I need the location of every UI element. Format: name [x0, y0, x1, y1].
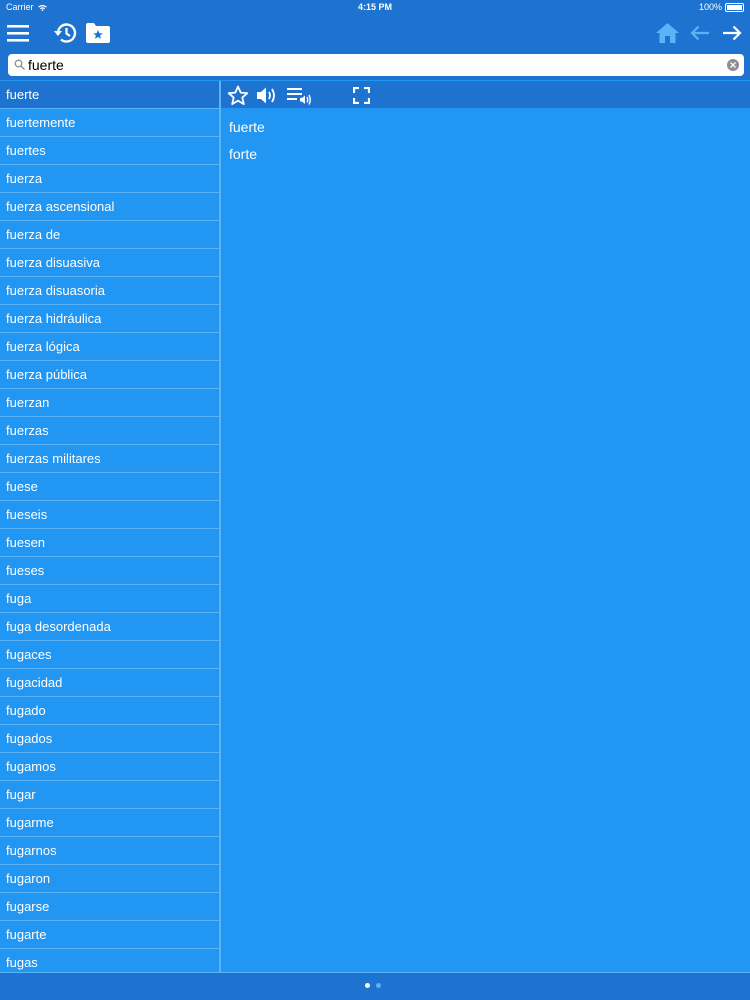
list-item[interactable]: fugarse [0, 893, 219, 921]
list-item[interactable]: fuerza disuasiva [0, 249, 219, 277]
list-item[interactable]: fuertemente [0, 109, 219, 137]
hamburger-menu-icon [7, 24, 29, 42]
list-item[interactable]: fueseis [0, 501, 219, 529]
home-icon [655, 23, 679, 43]
list-item[interactable]: fuerza ascensional [0, 193, 219, 221]
battery-icon [725, 2, 744, 12]
search-input[interactable] [26, 55, 708, 75]
list-item[interactable]: fugas [0, 949, 219, 972]
playlist-speaker-icon [286, 87, 311, 105]
speak-list-button[interactable] [286, 83, 312, 107]
list-item[interactable]: fuga desordenada [0, 613, 219, 641]
list-item[interactable]: fuerza de [0, 221, 219, 249]
search-icon [14, 59, 25, 70]
search-bar [0, 52, 750, 80]
list-item[interactable]: fugado [0, 697, 219, 725]
list-item[interactable]: fuga [0, 585, 219, 613]
page-dot [376, 983, 381, 988]
word-list: fuerte fuertemente fuertes fuerza fuerza asc… [0, 81, 219, 972]
page-dot-active [365, 983, 370, 988]
list-item[interactable]: fuerza pública [0, 361, 219, 389]
top-toolbar [0, 14, 750, 52]
list-item[interactable]: fuerza hidráulica [0, 305, 219, 333]
list-item[interactable]: fugarme [0, 809, 219, 837]
back-button[interactable] [684, 18, 716, 48]
list-item[interactable]: fugaron [0, 865, 219, 893]
history-icon [54, 23, 77, 43]
battery-indicator: 100% [699, 0, 744, 14]
search-field [8, 54, 744, 76]
forward-arrow-icon [723, 25, 742, 41]
list-item[interactable]: fugarnos [0, 837, 219, 865]
entry-detail: fuerte forte [229, 116, 729, 165]
bottom-bar [0, 972, 750, 1000]
pane-divider [219, 81, 221, 972]
back-arrow-icon [690, 25, 709, 41]
list-item[interactable]: fuerza disuasoria [0, 277, 219, 305]
list-item[interactable]: fuerza [0, 165, 219, 193]
list-item[interactable]: fugamos [0, 753, 219, 781]
list-item[interactable]: fugarte [0, 921, 219, 949]
list-item[interactable]: fuerzas militares [0, 445, 219, 473]
list-item[interactable]: fugaces [0, 641, 219, 669]
speak-button[interactable] [254, 83, 280, 107]
entry-headword: fuerte [229, 119, 265, 135]
list-item[interactable]: fuerzas [0, 417, 219, 445]
list-item[interactable]: fuesen [0, 529, 219, 557]
list-item[interactable]: fuese [0, 473, 219, 501]
favorites-folder-icon [86, 23, 110, 43]
fullscreen-button[interactable] [348, 83, 374, 107]
favorites-button[interactable] [82, 18, 114, 48]
list-item[interactable]: fugar [0, 781, 219, 809]
page-indicator[interactable] [365, 983, 381, 988]
clear-search-button[interactable] [727, 59, 739, 71]
menu-button[interactable] [2, 18, 34, 48]
list-item[interactable]: fuerza lógica [0, 333, 219, 361]
status-time: 4:15 PM [357, 2, 392, 12]
star-icon [227, 85, 249, 105]
forward-button[interactable] [716, 18, 748, 48]
list-item[interactable]: fuertes [0, 137, 219, 165]
home-button[interactable] [651, 18, 683, 48]
speaker-icon [257, 87, 275, 103]
status-bar: Carrier 4:15 PM 100% [0, 0, 750, 14]
detail-toolbar [221, 81, 750, 108]
list-item[interactable]: fugacidad [0, 669, 219, 697]
list-item[interactable]: fueses [0, 557, 219, 585]
list-item[interactable]: fuerte [0, 81, 219, 109]
entry-translation[interactable]: forte [229, 143, 729, 165]
fullscreen-icon [352, 86, 370, 104]
history-button[interactable] [49, 18, 81, 48]
battery-percent: 100% [698, 2, 722, 12]
list-item[interactable]: fugados [0, 725, 219, 753]
clear-icon [730, 62, 736, 68]
favorite-button[interactable] [225, 83, 251, 107]
list-item[interactable]: fuerzan [0, 389, 219, 417]
